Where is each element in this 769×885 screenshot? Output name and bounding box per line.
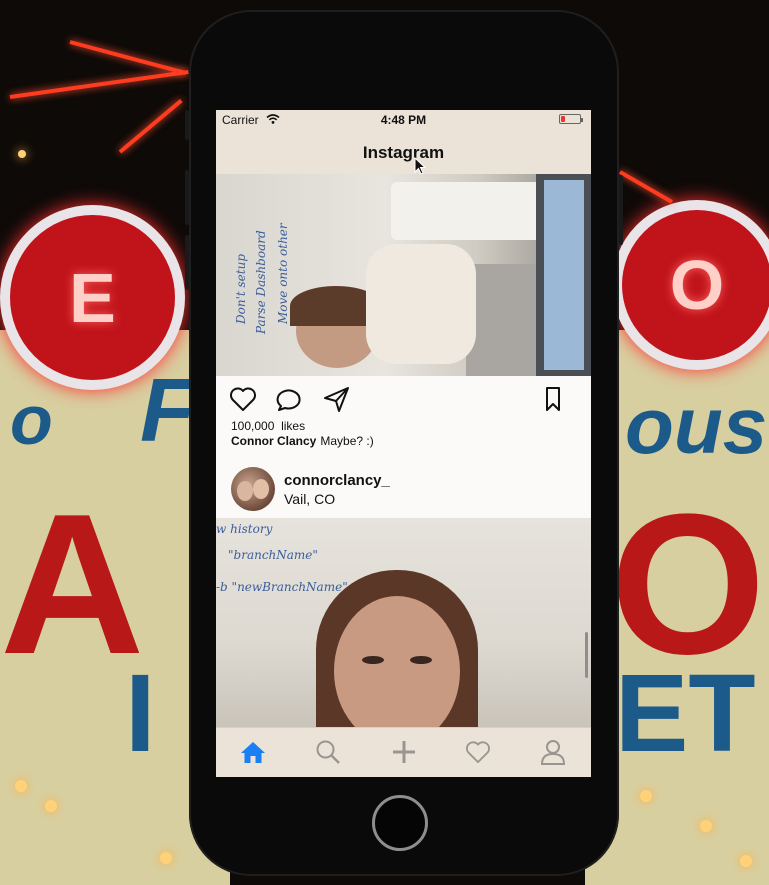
volume-down-button	[185, 235, 189, 290]
sign-letter: ous	[625, 381, 768, 470]
caption-text: Maybe? :)	[320, 434, 374, 448]
eye-left	[362, 656, 384, 664]
post-photo[interactable]: Don't setup Parse Dashboard Move onto ot…	[216, 174, 591, 376]
post-actions-row	[216, 376, 591, 422]
mouse-cursor-icon	[414, 157, 426, 175]
bulb-light	[45, 800, 57, 812]
whiteboard-text: Parse Dashboard	[254, 230, 268, 334]
neon-line	[619, 170, 673, 204]
power-button	[619, 175, 623, 245]
comment-icon	[276, 389, 301, 411]
post-username[interactable]: connorclancy_	[284, 472, 390, 489]
volume-up-button	[185, 170, 189, 225]
neon-line	[118, 99, 183, 154]
neon-line	[9, 69, 189, 99]
likes-count: 100,000 likes	[231, 419, 305, 433]
mute-switch	[185, 110, 189, 140]
clock: 4:48 PM	[380, 113, 427, 127]
bulb-light	[740, 855, 752, 867]
sign-letter: I	[125, 652, 156, 775]
whiteboard-text: Move onto other	[276, 223, 290, 324]
post-photo[interactable]: w history "branchName" -b "newBranchName…	[216, 518, 591, 727]
laptop-shape	[391, 182, 541, 240]
send-icon	[324, 387, 349, 412]
likes-label: likes	[281, 419, 306, 433]
caption-username[interactable]: Connor Clancy	[231, 434, 316, 448]
bulb-light	[160, 852, 172, 864]
share-button[interactable]	[322, 384, 352, 414]
sign-letter: A	[0, 473, 145, 696]
sign-letter: ET	[615, 652, 756, 775]
home-icon	[241, 742, 265, 763]
status-bar: Carrier 4:48 PM	[216, 110, 591, 130]
tab-bar	[216, 727, 591, 777]
tab-search[interactable]	[310, 734, 346, 770]
battery-level	[561, 116, 565, 122]
avatar-face	[237, 481, 253, 501]
tab-home[interactable]	[235, 734, 271, 770]
whiteboard-text: -b "newBranchName"	[216, 580, 348, 594]
nav-title: Instagram	[362, 143, 445, 162]
app-screen: Instagram Carrier 4:48 PM Don't setup Pa…	[216, 110, 591, 777]
monitor-screen	[544, 180, 584, 370]
tab-activity[interactable]	[460, 734, 496, 770]
shirt-shape	[366, 244, 476, 364]
comment-button[interactable]	[275, 384, 305, 414]
bulb-light	[640, 790, 652, 802]
sign-letter: F	[140, 361, 195, 461]
bulb-light	[700, 820, 712, 832]
whiteboard-text: "branchName"	[228, 548, 318, 562]
whiteboard-text: w history	[216, 522, 273, 536]
heart-icon	[230, 387, 256, 411]
bookmark-button[interactable]	[538, 384, 568, 414]
tab-add[interactable]	[386, 734, 422, 770]
like-button[interactable]	[228, 384, 258, 414]
feed-scroll-view[interactable]: Don't setup Parse Dashboard Move onto ot…	[216, 174, 591, 727]
bookmark-icon	[546, 387, 560, 411]
battery-icon	[559, 114, 583, 124]
eye-right	[410, 656, 432, 664]
avatar-face	[253, 479, 269, 499]
bulb-light	[15, 780, 27, 792]
likes-number: 100,000	[231, 419, 275, 433]
whiteboard-text: Don't setup	[234, 253, 248, 324]
search-icon	[316, 740, 340, 764]
neon-ring-right: O	[612, 200, 769, 370]
scroll-indicator[interactable]	[585, 632, 588, 678]
post-header: connorclancy_ Vail, CO	[216, 457, 591, 518]
neon-line	[69, 40, 187, 75]
sign-letter: o	[10, 381, 53, 459]
post-caption: Connor Clancy Maybe? :)	[231, 434, 374, 448]
heart-icon	[466, 741, 490, 764]
add-icon	[393, 741, 415, 763]
profile-icon	[540, 740, 566, 765]
avatar[interactable]	[231, 467, 275, 511]
post-location[interactable]: Vail, CO	[284, 491, 335, 507]
home-button[interactable]	[372, 795, 428, 851]
tab-profile[interactable]	[535, 734, 571, 770]
bulb-light	[18, 150, 26, 158]
